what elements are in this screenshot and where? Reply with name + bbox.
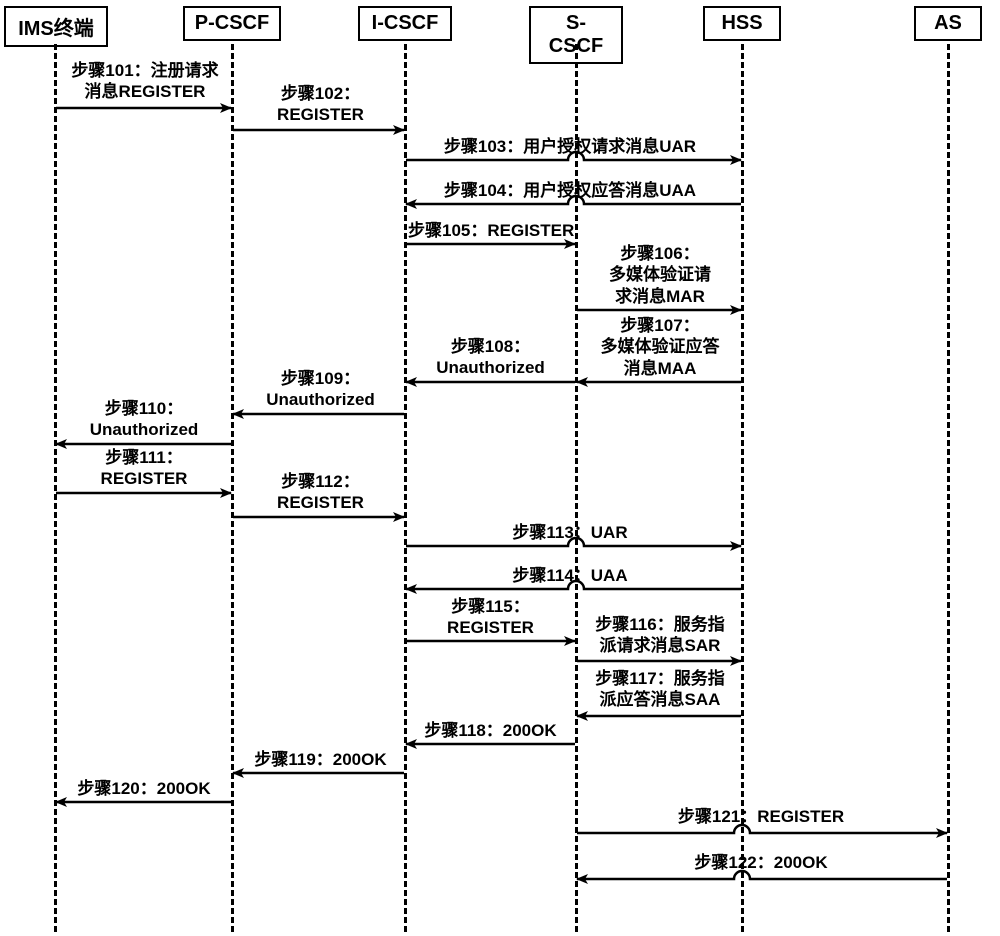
label-118: 步骤118：200OK bbox=[408, 720, 573, 741]
label-104: 步骤104：用户授权应答消息UAA bbox=[410, 180, 730, 201]
label-119: 步骤119：200OK bbox=[238, 749, 403, 770]
label-109: 步骤109： Unauthorized bbox=[238, 368, 403, 411]
label-120: 步骤120：200OK bbox=[60, 778, 228, 799]
label-117: 步骤117：服务指 派应答消息SAA bbox=[581, 668, 739, 711]
label-101: 步骤101：注册请求 消息REGISTER bbox=[60, 60, 230, 103]
label-115: 步骤115： REGISTER bbox=[408, 596, 573, 639]
label-106: 步骤106： 多媒体验证请 求消息MAR bbox=[581, 243, 739, 307]
label-113: 步骤113：UAR bbox=[410, 522, 730, 543]
label-108: 步骤108： Unauthorized bbox=[408, 336, 573, 379]
sequence-diagram: IMS终端 P-CSCF I-CSCF S-CSCF HSS AS bbox=[0, 0, 1000, 936]
label-103: 步骤103：用户授权请求消息UAR bbox=[410, 136, 730, 157]
label-105: 步骤105：REGISTER bbox=[408, 220, 578, 241]
label-116: 步骤116：服务指 派请求消息SAR bbox=[581, 614, 739, 657]
label-102: 步骤102： REGISTER bbox=[238, 83, 403, 126]
label-110: 步骤110： Unauthorized bbox=[60, 398, 228, 441]
label-112: 步骤112： REGISTER bbox=[238, 471, 403, 514]
label-107: 步骤107： 多媒体验证应答 消息MAA bbox=[581, 315, 739, 379]
label-121: 步骤121：REGISTER bbox=[581, 806, 941, 827]
label-122: 步骤122：200OK bbox=[581, 852, 941, 873]
label-111: 步骤111： REGISTER bbox=[60, 447, 228, 490]
label-114: 步骤114：UAA bbox=[410, 565, 730, 586]
